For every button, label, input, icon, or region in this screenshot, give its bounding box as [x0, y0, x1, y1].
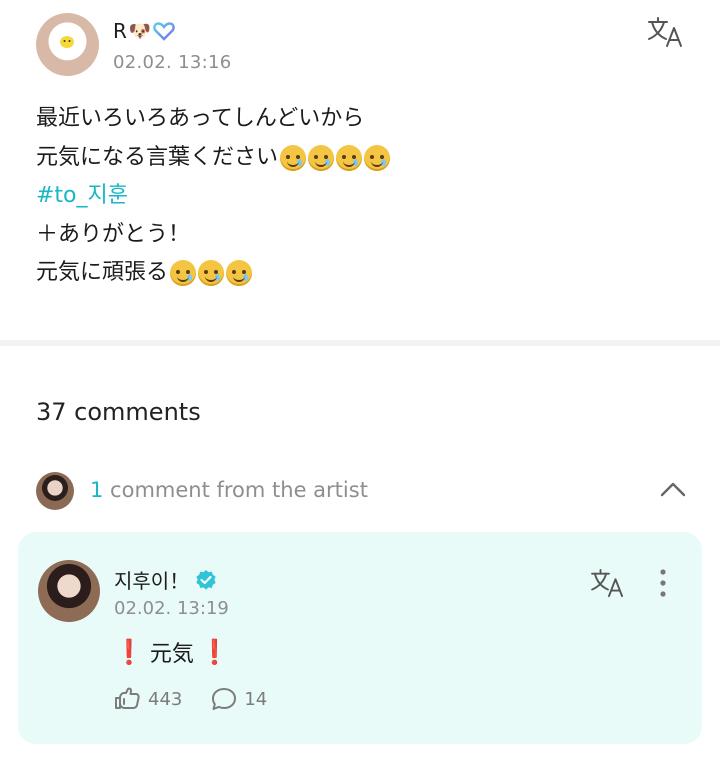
artist-avatar[interactable]: [38, 560, 100, 622]
post-author-avatar[interactable]: [36, 13, 99, 76]
artist-comments-count: 1: [90, 478, 104, 502]
comment-timestamp: 02.02. 13:19: [114, 598, 229, 619]
post-line-3: #to_지훈: [36, 177, 676, 216]
post-author-row: R 🐶: [113, 18, 176, 44]
avatar-flower-graphic: [54, 32, 80, 52]
tearful-smile-icon: [364, 144, 391, 171]
post-author-name[interactable]: R: [113, 19, 127, 43]
tearful-smile-icon: [280, 144, 307, 171]
chevron-up-icon[interactable]: [660, 480, 686, 498]
exclamation-mark-left: ❗: [114, 638, 144, 666]
like-button[interactable]: 443: [114, 686, 182, 712]
post-line-2: 元気になる言葉ください: [36, 139, 676, 178]
artist-mini-avatar: [36, 472, 74, 510]
comment-text: 元気: [149, 642, 194, 667]
exclamation-mark-right: ❗: [199, 638, 230, 666]
section-divider: [0, 340, 720, 346]
post-line-4: ＋ありがとう！: [36, 221, 191, 247]
comment-stats: 443 14: [114, 686, 295, 712]
artist-comments-label: 1 comment from the artist: [90, 478, 368, 502]
tearful-smile-emojis: [280, 144, 391, 171]
tearful-smile-emojis: [170, 260, 253, 287]
artist-comments-text: comment from the artist: [103, 478, 368, 502]
translate-icon[interactable]: [647, 16, 685, 48]
verified-badge-icon: [196, 569, 216, 590]
comment-author-row: 지후이！: [114, 565, 217, 594]
post-line-2-text: 元気になる言葉ください: [36, 144, 279, 170]
dog-emoji: 🐶: [128, 20, 152, 42]
speech-bubble-icon: [212, 688, 237, 710]
artist-comments-toggle[interactable]: 1 comment from the artist: [36, 472, 686, 512]
comment-author-name[interactable]: 지후이！: [114, 565, 189, 594]
reply-button[interactable]: 14: [210, 686, 267, 712]
post-line-1: 最近いろいろあってしんどいから: [36, 106, 365, 131]
comment-body: ❗ 元気 ❗: [114, 636, 230, 668]
post-container: R 🐶 02.02. 13:16 最近いろいろあってしんどいから 元気になる言葉…: [0, 0, 720, 340]
translate-icon[interactable]: [590, 568, 626, 598]
tearful-smile-icon: [198, 260, 225, 287]
membership-heart-icon: [153, 22, 176, 41]
post-line-5-text: 元気に頑張る: [36, 260, 169, 285]
like-count: 443: [148, 688, 183, 710]
comments-count: 37 comments: [36, 398, 201, 426]
hashtag-link[interactable]: #to_지훈: [36, 177, 128, 216]
more-vertical-icon[interactable]: [658, 568, 668, 598]
tearful-smile-icon: [336, 144, 363, 171]
post-body: 最近いろいろあってしんどいから 元気になる言葉ください #to_지훈 ＋ありがと…: [36, 100, 676, 293]
tearful-smile-icon: [226, 260, 253, 287]
tearful-smile-icon: [170, 260, 197, 287]
tearful-smile-icon: [308, 144, 335, 171]
post-timestamp: 02.02. 13:16: [113, 52, 232, 73]
post-line-5: 元気に頑張る: [36, 254, 676, 293]
like-hand-icon: [115, 687, 140, 709]
artist-comment-card: 지후이！ 02.02. 13:19 ❗ 元気 ❗ 443 14: [18, 532, 702, 744]
reply-count: 14: [244, 688, 268, 710]
